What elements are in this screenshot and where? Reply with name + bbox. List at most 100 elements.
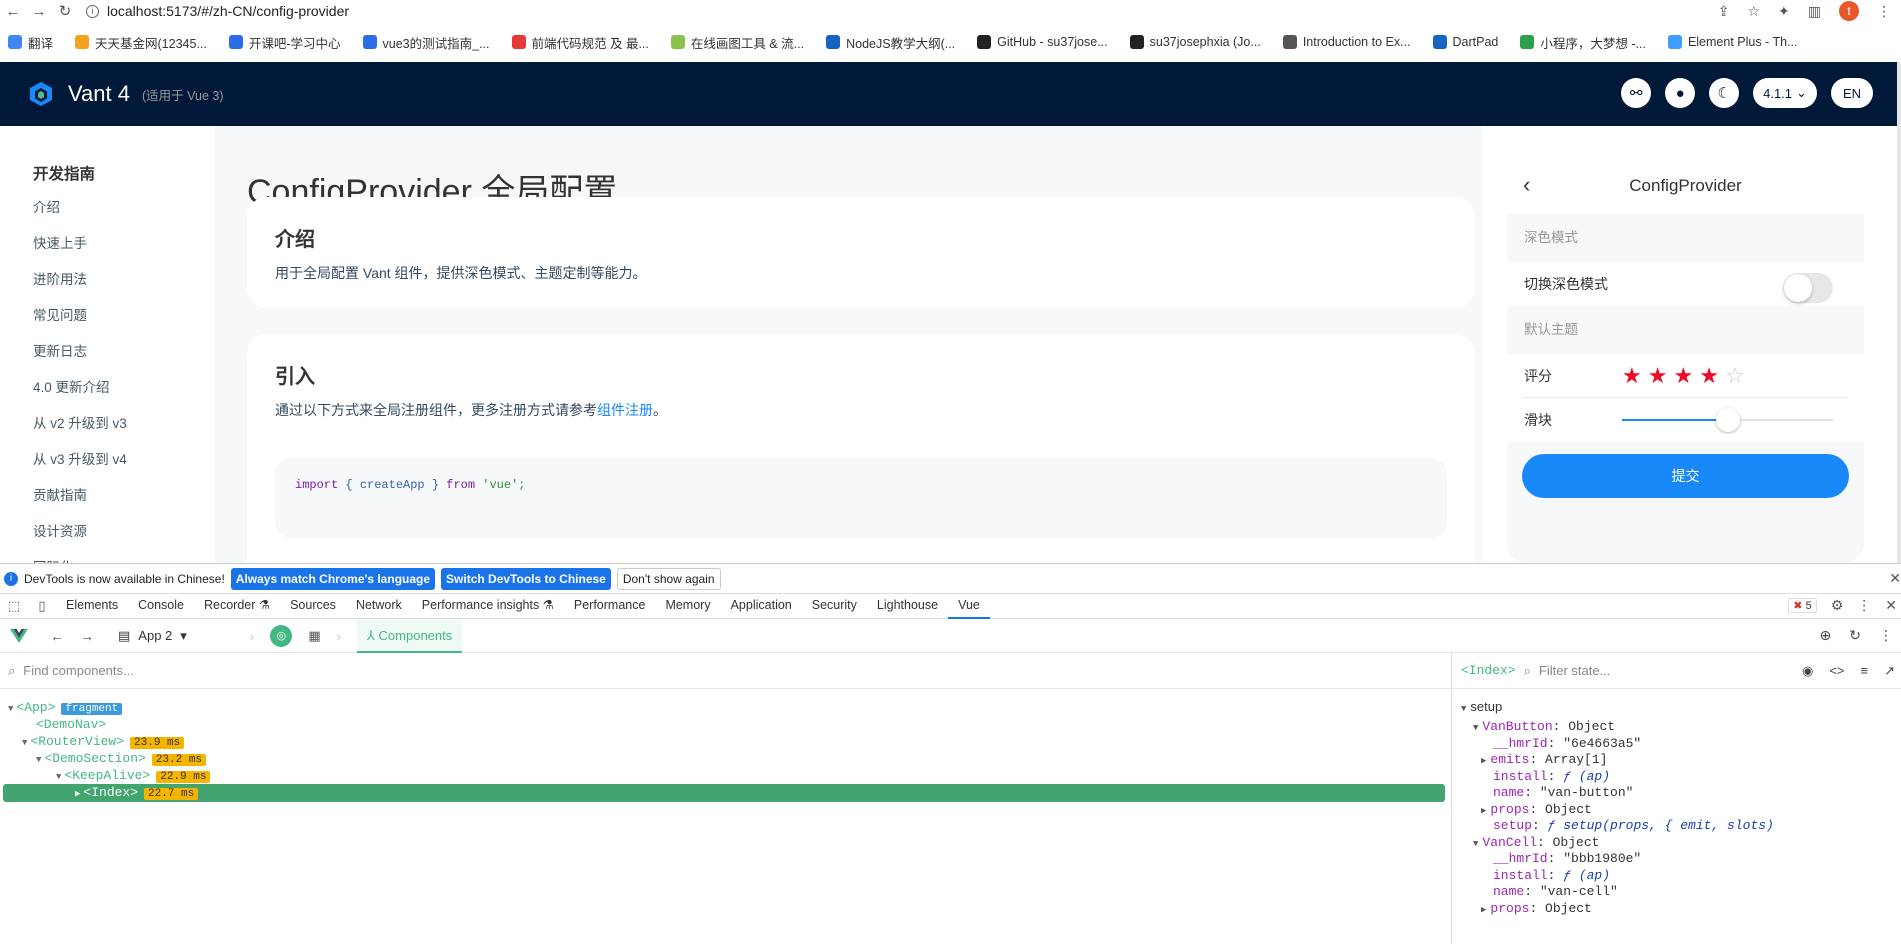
sidebar-item[interactable]: 介绍: [33, 190, 215, 226]
bookmark-item[interactable]: DartPad: [1432, 35, 1498, 49]
bookmark-item[interactable]: 开课吧-学习中心: [228, 33, 341, 52]
tree-node[interactable]: <DemoNav>: [36, 716, 106, 734]
github-icon[interactable]: ●: [1665, 78, 1696, 108]
tree-node[interactable]: ▼ <App> fragment: [8, 699, 123, 717]
star-empty-icon[interactable]: ☆: [1725, 365, 1745, 387]
tab-components[interactable]: ⅄ Components: [356, 619, 463, 653]
open-source-icon[interactable]: <>: [1829, 663, 1844, 679]
tree-node[interactable]: ▼ <RouterView> 23.9 ms: [22, 733, 185, 751]
device-toolbar-icon[interactable]: ▯: [28, 598, 56, 614]
target-icon[interactable]: ⊕: [1820, 627, 1832, 644]
devtools-tab[interactable]: Performance insights ⚗: [412, 593, 564, 619]
devtools-tab[interactable]: Performance: [564, 593, 656, 619]
expand-arrow-icon[interactable]: ▼: [1473, 839, 1478, 849]
url-field[interactable]: i localhost:5173/#/zh-CN/config-provider: [86, 3, 349, 19]
bookmark-item[interactable]: Introduction to Ex...: [1282, 35, 1411, 49]
devtools-tab[interactable]: Lighthouse: [867, 593, 948, 619]
find-components-input[interactable]: Find components...: [23, 663, 134, 678]
devtools-tab[interactable]: Console: [128, 593, 194, 619]
lang-switch[interactable]: EN: [1830, 78, 1873, 108]
bookmark-item[interactable]: su37josephxia (Jo...: [1129, 35, 1261, 49]
rate-stars[interactable]: ★ ★ ★ ★ ☆: [1622, 365, 1745, 387]
share-icon[interactable]: ⇪: [1718, 3, 1730, 20]
bookmark-item[interactable]: NodeJS教学大纲(...: [826, 33, 955, 52]
expand-arrow-icon[interactable]: ▶: [75, 789, 80, 799]
expand-arrow-icon[interactable]: ▼: [1473, 723, 1478, 733]
scroll-to-component-icon[interactable]: ◉: [1802, 663, 1813, 679]
match-language-button[interactable]: Always match Chrome's language: [230, 567, 436, 590]
bookmark-star-icon[interactable]: ☆: [1747, 3, 1760, 20]
inspect-element-icon[interactable]: ⬚: [0, 598, 28, 614]
sidebar-item[interactable]: 设计资源: [33, 514, 215, 550]
refresh-icon[interactable]: ↻: [1849, 627, 1861, 644]
tree-node[interactable]: ▼ <DemoSection> 23.2 ms: [36, 750, 207, 768]
star-filled-icon[interactable]: ★: [1673, 365, 1693, 387]
find-components-bar[interactable]: ⌕ Find components...: [0, 653, 1451, 689]
bookmark-item[interactable]: vue3的测试指南_...: [362, 33, 490, 52]
profile-avatar[interactable]: t: [1839, 1, 1859, 21]
vant-title[interactable]: Vant 4: [68, 81, 130, 107]
sidebar-item[interactable]: 4.0 更新介绍: [33, 370, 215, 406]
sidebar-item[interactable]: 更新日志: [33, 334, 215, 370]
component-picker-icon[interactable]: ◎: [270, 625, 293, 647]
history-forward-icon[interactable]: →: [80, 628, 94, 644]
bookmark-item[interactable]: 小程序，大梦想 -...: [1520, 33, 1646, 52]
tree-node-selected[interactable]: ▶ <Index> 22.7 ms: [3, 784, 1445, 802]
slider-thumb[interactable]: [1715, 408, 1740, 432]
page-scrollbar[interactable]: [1897, 62, 1901, 563]
switch-chinese-button[interactable]: Switch DevTools to Chinese: [441, 567, 611, 590]
devtools-tab[interactable]: Sources: [280, 593, 346, 619]
expand-arrow-icon[interactable]: ▼: [1461, 704, 1466, 714]
history-back-icon[interactable]: ←: [50, 628, 64, 644]
settings-gear-icon[interactable]: ⚙: [1831, 597, 1844, 614]
devtools-tab[interactable]: Elements: [56, 593, 128, 619]
slider-track[interactable]: [1622, 408, 1833, 432]
site-info-icon[interactable]: i: [86, 4, 99, 18]
expand-arrow-icon[interactable]: ▼: [36, 755, 41, 765]
sidebar-item[interactable]: 进阶用法: [33, 262, 215, 298]
extensions-icon[interactable]: ✦: [1778, 3, 1790, 20]
inspect-dom-icon[interactable]: ≡: [1861, 663, 1869, 679]
star-filled-icon[interactable]: ★: [1622, 365, 1642, 387]
bookmark-item[interactable]: 前端代码规范 及 最...: [511, 33, 649, 52]
close-devtools-icon[interactable]: ✕: [1885, 597, 1897, 614]
expand-arrow-icon[interactable]: ▼: [22, 738, 27, 748]
bookmark-item[interactable]: 翻译: [8, 33, 53, 52]
state-section-setup[interactable]: ▼ setup: [1461, 697, 1502, 717]
star-filled-icon[interactable]: ★: [1648, 365, 1668, 387]
dont-show-button[interactable]: Don't show again: [616, 567, 721, 590]
sidebar-item[interactable]: 从 v2 升级到 v3: [33, 406, 215, 442]
bookmark-item[interactable]: Element Plus - Th...: [1667, 35, 1797, 49]
reload-icon[interactable]: ↻: [52, 2, 78, 20]
back-icon[interactable]: ←: [0, 3, 26, 20]
devtools-tab[interactable]: Vue: [948, 593, 990, 619]
error-badge[interactable]: ✖ 5: [1788, 598, 1817, 613]
open-external-icon[interactable]: ↗: [1884, 663, 1895, 679]
forward-icon[interactable]: →: [26, 3, 52, 20]
component-register-link[interactable]: 组件注册: [597, 402, 653, 418]
devtools-tab[interactable]: Recorder ⚗: [194, 593, 280, 619]
sidebar-item[interactable]: 快速上手: [33, 226, 215, 262]
star-filled-icon[interactable]: ★: [1699, 365, 1719, 387]
version-select[interactable]: 4.1.1 ⌄: [1753, 78, 1817, 108]
expand-arrow-icon[interactable]: ▶: [1481, 905, 1486, 915]
dark-mode-switch[interactable]: [1783, 273, 1833, 303]
sidebar-item[interactable]: 国际化: [33, 550, 215, 563]
sidebar-item[interactable]: 从 v3 升级到 v4: [33, 442, 215, 478]
bookmark-item[interactable]: GitHub - su37jose...: [977, 35, 1108, 49]
vant-logo-icon[interactable]: [28, 81, 54, 107]
devtools-menu-icon[interactable]: ⋮: [1857, 597, 1871, 614]
back-arrow-icon[interactable]: ‹: [1523, 172, 1530, 198]
close-banner-icon[interactable]: ✕: [1889, 570, 1901, 587]
expand-arrow-icon[interactable]: ▼: [56, 772, 61, 782]
devtools-tab[interactable]: Memory: [655, 593, 720, 619]
devtools-tab[interactable]: Network: [346, 593, 412, 619]
playground-link-icon[interactable]: ⚯: [1621, 78, 1652, 108]
bookmark-item[interactable]: 天天基金网(12345...: [75, 33, 207, 52]
filter-state-input[interactable]: Filter state...: [1539, 663, 1611, 678]
submit-button[interactable]: 提交: [1522, 454, 1849, 498]
more-icon[interactable]: ⋮: [1879, 627, 1893, 644]
devtools-tab[interactable]: Application: [721, 593, 802, 619]
bookmark-item[interactable]: 在线画图工具 & 流...: [670, 33, 804, 52]
dark-mode-icon[interactable]: ☾: [1709, 78, 1740, 108]
